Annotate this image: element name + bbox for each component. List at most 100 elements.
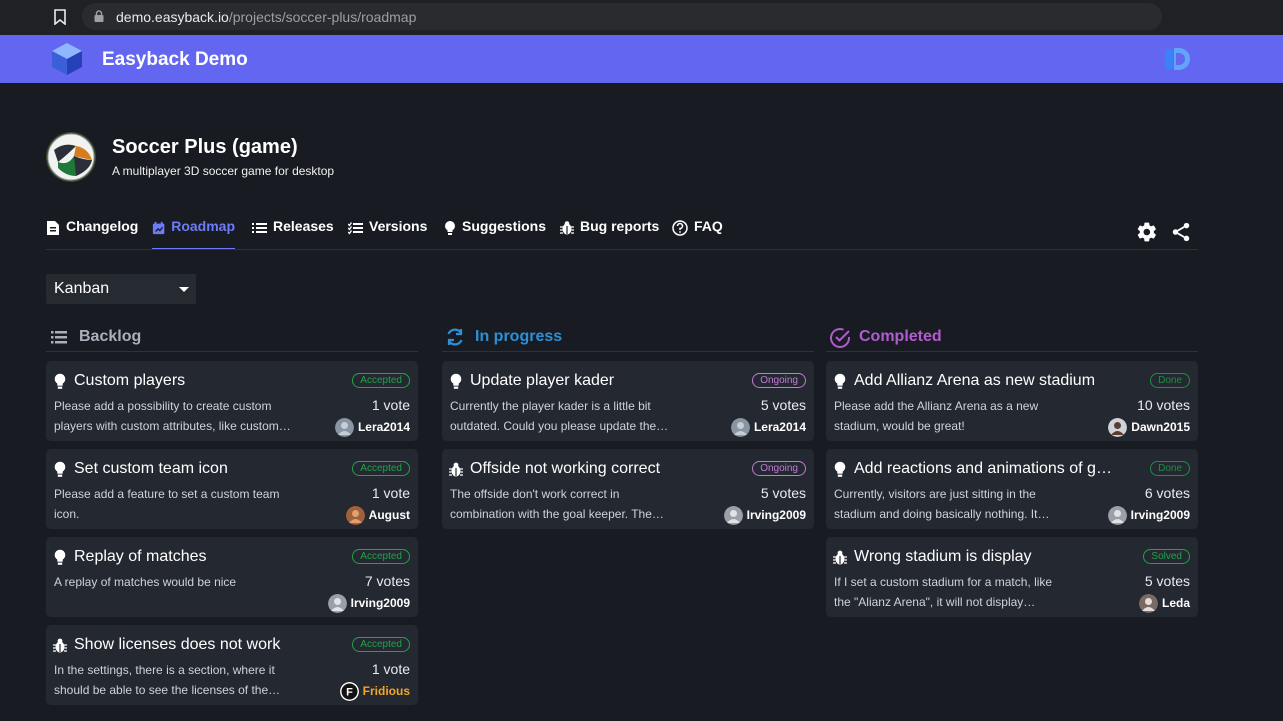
tabs-divider [46,249,1198,250]
svg-text:F: F [346,686,353,698]
card-author[interactable]: Irving2009 [1107,505,1190,525]
card-author[interactable]: Irving2009 [327,593,410,613]
card-description-line: players with custom attributes, like cus… [54,419,291,433]
vote-count: 5 votes [760,397,806,413]
status-badge: Solved [1143,549,1190,564]
chevron-down-icon [179,287,189,292]
avatar [723,505,743,525]
username: Lera2014 [753,420,806,434]
avatar [345,505,365,525]
tab-label: Changelog [66,218,139,234]
card-description-line: In the settings, there is a section, whe… [54,663,275,677]
lightbulb-icon [449,373,463,390]
status-badge: Accepted [352,461,410,476]
url-text: demo.easyback.io/projects/soccer-plus/ro… [116,9,417,25]
avatar [1138,593,1158,613]
project-description: A multiplayer 3D soccer game for desktop [112,164,335,178]
card-description: If I set a custom stadium for a match, l… [834,572,1096,612]
column-title: In progress [475,328,563,345]
kanban-card[interactable]: Wrong stadium is display Solved If I set a… [826,537,1198,617]
tab-roadmap[interactable]: Roadmap [152,218,235,250]
kanban-card[interactable]: Replay of matches Accepted A replay of mat… [46,537,418,617]
card-description-line: Currently, visitors are just sitting in … [834,487,1036,501]
kanban-card[interactable]: Custom players Accepted Please add a possi… [46,361,418,441]
tab-label: Suggestions [462,218,547,234]
kanban-card[interactable]: Show licenses does not work Accepted In th… [46,625,418,705]
list-icon [252,223,267,233]
card-description-line: Currently the player kader is a little b… [450,399,651,413]
card-description-line: stadium and doing basically nothing. It… [834,507,1050,521]
tab-label: FAQ [694,218,723,234]
card-author[interactable]: F Fridious [339,681,410,701]
avatar [334,417,354,437]
vote-count: 5 votes [1144,573,1190,589]
easyback-brand-icon[interactable] [1162,45,1192,73]
browser-bar: demo.easyback.io/projects/soccer-plus/ro… [0,0,1283,35]
kanban-card[interactable]: Offside not working correct Ongoing The of… [442,449,814,529]
card-description-line: the "Alianz Arena", it will not display… [834,595,1036,609]
vote-count: 5 votes [760,485,806,501]
card-description: A replay of matches would be nice [54,572,316,612]
kanban-card[interactable]: Add reactions and animations of game… Don… [826,449,1198,529]
bug-icon [560,221,574,235]
card-title: Custom players [74,372,186,389]
card-description: In the settings, there is a section, whe… [54,660,316,700]
card-title: Wrong stadium is display [854,548,1032,565]
card-description-line: The offside don't work correct in [450,487,620,501]
tab-suggestions[interactable]: Suggestions [444,218,546,250]
username: Irving2009 [1130,508,1190,522]
vote-count: 7 votes [364,573,410,589]
tab-releases[interactable]: Releases [252,218,334,250]
cube-logo-icon[interactable] [50,41,84,77]
tab-faq[interactable]: FAQ [672,218,723,250]
card-description: Currently the player kader is a little b… [450,396,712,436]
card-description-line: Please add the Allianz Arena as a new [834,399,1039,413]
card-title: Set custom team icon [74,460,228,477]
lightbulb-icon [445,221,455,235]
card-description-line: Please add a possibility to create custo… [54,399,272,413]
card-author[interactable]: Dawn2015 [1108,417,1190,437]
app-header: Easyback Demo [0,35,1283,83]
project-avatar [46,132,96,182]
tab-changelog[interactable]: Changelog [46,218,138,250]
username: Fridious [362,684,410,698]
card-author[interactable]: Leda [1138,593,1190,613]
username: Leda [1161,596,1190,610]
status-badge: Done [1150,373,1190,388]
avatar [1107,505,1127,525]
app-title[interactable]: Easyback Demo [102,49,248,71]
card-author[interactable]: Irving2009 [723,505,806,525]
username: Irving2009 [746,508,806,522]
view-select[interactable]: Kanban [46,274,196,304]
status-badge: Ongoing [752,461,806,476]
kanban-card[interactable]: Add Allianz Arena as new stadium Done Plea… [826,361,1198,441]
status-badge: Accepted [352,373,410,388]
help-icon [672,220,688,236]
share-icon[interactable] [1170,221,1192,243]
checklist-icon [348,222,363,235]
card-title: Replay of matches [74,548,207,565]
kanban-card[interactable]: Update player kader Ongoing Currently the … [442,361,814,441]
column-header-backlog: Backlog [46,326,418,352]
vote-count: 1 vote [371,485,410,501]
card-author[interactable]: August [345,505,410,525]
card-description-line: stadium, would be great! [834,419,965,433]
lock-icon[interactable] [94,10,104,22]
vote-count: 1 vote [371,661,410,677]
card-author[interactable]: Lera2014 [334,417,410,437]
vote-count: 1 vote [371,397,410,413]
bookmark-icon[interactable] [54,9,66,25]
kanban-card[interactable]: Set custom team icon Accepted Please add a… [46,449,418,529]
tab-versions[interactable]: Versions [348,218,427,250]
card-description: Please add a possibility to create custo… [54,396,316,436]
tab-bug-reports[interactable]: Bug reports [560,218,659,250]
card-description-line: icon. [54,507,80,521]
gear-icon[interactable] [1136,221,1158,243]
document-icon [47,221,59,235]
card-title: Add Allianz Arena as new stadium [854,372,1096,389]
vote-count: 10 votes [1137,397,1190,413]
card-author[interactable]: Lera2014 [730,417,806,437]
check-circle-icon [830,328,850,348]
card-description-line: outdated. Could you please update the… [450,419,669,433]
username: Lera2014 [357,420,410,434]
